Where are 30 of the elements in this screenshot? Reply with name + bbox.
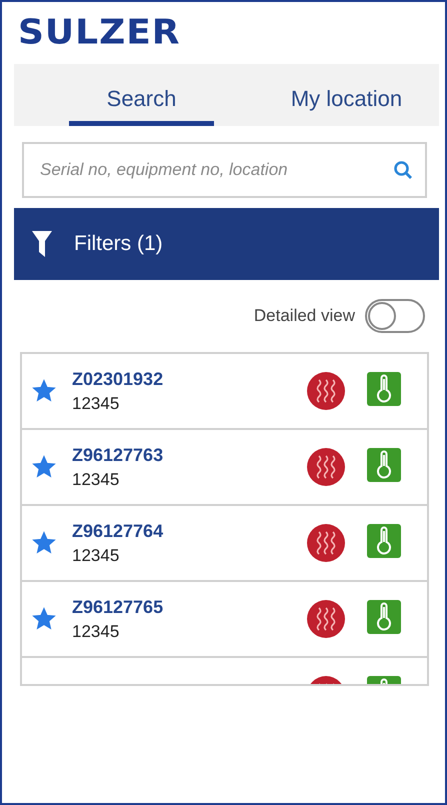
star-icon[interactable] [32, 607, 56, 631]
serial-link[interactable]: Z96127764 [72, 520, 307, 542]
tab[interactable]: My location [274, 64, 419, 126]
thermometer-icon [367, 372, 401, 406]
serial-link[interactable]: Z96127763 [72, 444, 307, 466]
filters-label: Filters (1) [74, 232, 163, 256]
logo: SULZER [17, 13, 182, 54]
serial-link[interactable]: Z96127765 [72, 596, 307, 618]
detailed-view-label: Detailed view [254, 306, 355, 326]
serial-link[interactable]: Z02301932 [72, 368, 307, 390]
equipment-number: 12345 [72, 622, 120, 642]
detailed-view-toggle[interactable] [365, 299, 425, 333]
filters-bar[interactable]: Filters (1) [14, 208, 439, 280]
star-icon[interactable] [32, 379, 56, 403]
thermometer-icon [367, 448, 401, 482]
star-icon[interactable] [32, 531, 56, 555]
wave-icon [307, 372, 345, 410]
wave-icon [307, 448, 345, 486]
equipment-number: 12345 [72, 394, 120, 414]
filter-icon [32, 231, 52, 257]
search-field[interactable]: Serial no, equipment no, location [22, 142, 427, 198]
thermometer-icon [367, 524, 401, 558]
thermometer-icon [367, 600, 401, 634]
equipment-number: 12345 [72, 470, 120, 490]
tab[interactable]: Search [69, 64, 214, 126]
star-icon[interactable] [32, 455, 56, 479]
wave-icon [307, 524, 345, 562]
equipment-number: 12345 [72, 546, 120, 566]
wave-icon [307, 600, 345, 638]
search-icon[interactable] [393, 160, 413, 180]
